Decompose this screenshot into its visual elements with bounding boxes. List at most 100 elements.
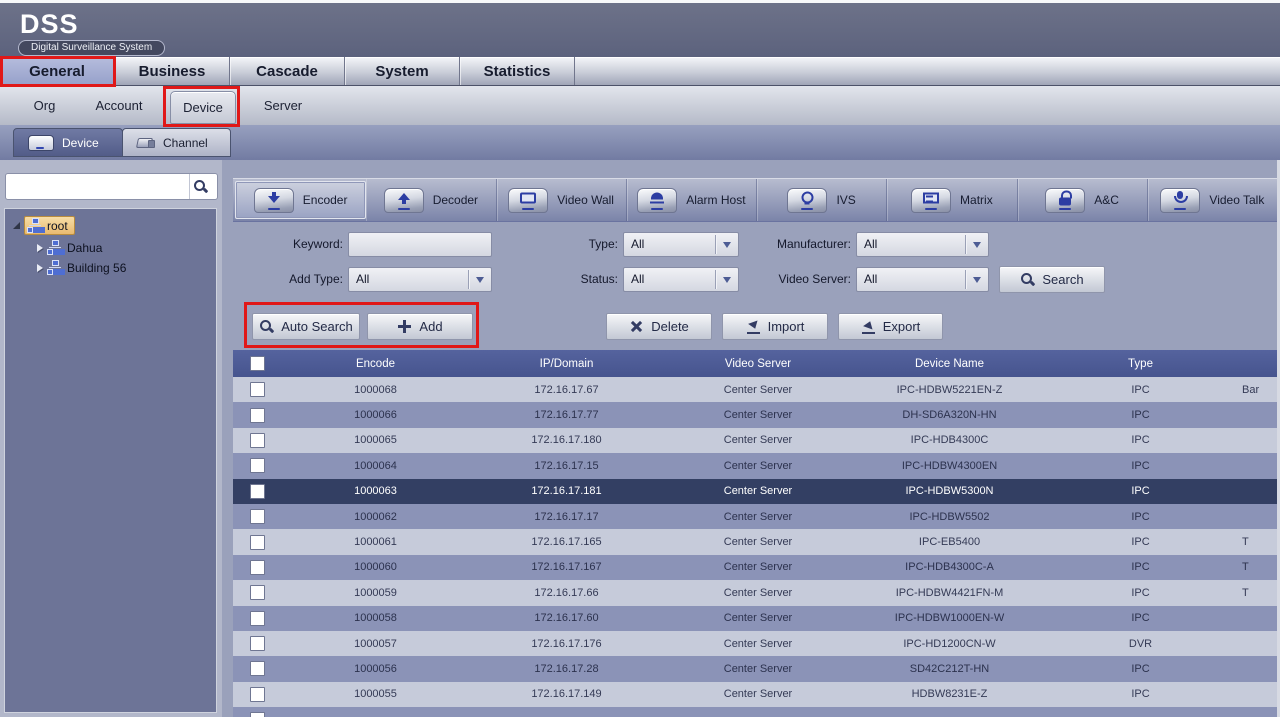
- main-tab-business[interactable]: Business: [115, 57, 230, 85]
- row-checkbox[interactable]: [250, 535, 265, 550]
- cell-type: IPC: [1045, 580, 1236, 605]
- device-tab-video-talk[interactable]: Video Talk: [1148, 179, 1277, 221]
- search-input[interactable]: [6, 174, 189, 199]
- table-row[interactable]: 1000059 172.16.17.66 Center Server IPC-H…: [233, 580, 1277, 605]
- row-checkbox[interactable]: [250, 408, 265, 423]
- view-tab-device[interactable]: Device: [13, 128, 123, 157]
- cell-type: IPC: [1045, 428, 1236, 453]
- row-checkbox[interactable]: [250, 484, 265, 499]
- manufacturer-label: Manufacturer:: [758, 232, 851, 257]
- table-row[interactable]: 1000063 172.16.17.181 Center Server IPC-…: [233, 479, 1277, 504]
- main-tab-system[interactable]: System: [345, 57, 460, 85]
- row-checkbox[interactable]: [250, 458, 265, 473]
- row-checkbox[interactable]: [250, 712, 265, 717]
- manufacturer-dropdown[interactable]: All: [856, 232, 989, 257]
- row-checkbox[interactable]: [250, 585, 265, 600]
- tree-root-chip: root: [24, 216, 75, 235]
- tree-node-building-56[interactable]: Building 56: [37, 260, 216, 275]
- export-button[interactable]: Export: [838, 313, 943, 340]
- cell-overflow: [1236, 682, 1277, 707]
- cell-video-server: Center Server: [662, 682, 854, 707]
- add-type-dropdown[interactable]: All: [348, 267, 492, 292]
- row-checkbox[interactable]: [250, 509, 265, 524]
- cell-type: IPC: [1045, 555, 1236, 580]
- main-tab-cascade[interactable]: Cascade: [230, 57, 345, 85]
- import-button[interactable]: Import: [722, 313, 828, 340]
- row-checkbox[interactable]: [250, 382, 265, 397]
- device-tab-ivs[interactable]: IVS: [757, 179, 887, 221]
- cell-type: [1045, 707, 1236, 717]
- status-dropdown[interactable]: All: [623, 267, 739, 292]
- main-tab-label: General: [29, 63, 85, 80]
- table-row[interactable]: 1000064 172.16.17.15 Center Server IPC-H…: [233, 453, 1277, 478]
- cell-overflow: [1236, 479, 1277, 504]
- sub-nav-item-account[interactable]: Account: [88, 86, 150, 125]
- view-tab-channel[interactable]: Channel: [122, 128, 231, 157]
- row-checkbox[interactable]: [250, 611, 265, 626]
- row-checkbox[interactable]: [250, 661, 265, 676]
- cell-overflow: [1236, 453, 1277, 478]
- search-icon: [193, 179, 208, 194]
- select-all-checkbox[interactable]: [250, 356, 265, 371]
- row-checkbox[interactable]: [250, 687, 265, 702]
- cell-device-name: IPC-HDBW1000EN-W: [854, 606, 1045, 631]
- video-server-dropdown[interactable]: All: [856, 267, 989, 292]
- add-button[interactable]: Add: [367, 313, 473, 340]
- auto-search-button[interactable]: Auto Search: [252, 313, 360, 340]
- tree-node-dahua[interactable]: Dahua: [37, 240, 216, 255]
- cell-overflow: T: [1236, 529, 1277, 554]
- device-tab-decoder[interactable]: Decoder: [366, 179, 496, 221]
- table-row[interactable]: 1000065 172.16.17.180 Center Server IPC-…: [233, 428, 1277, 453]
- search-go-button[interactable]: [189, 174, 217, 199]
- cell-overflow: [1236, 631, 1277, 656]
- cell-video-server: Center Server: [662, 453, 854, 478]
- row-checkbox[interactable]: [250, 560, 265, 575]
- table-body: 1000068 172.16.17.67 Center Server IPC-H…: [233, 377, 1277, 717]
- device-tab-a-c[interactable]: A&C: [1018, 179, 1148, 221]
- column-header-ip: IP/Domain: [471, 350, 662, 377]
- type-dropdown[interactable]: All: [623, 232, 739, 257]
- table-header: Encode IP/Domain Video Server Device Nam…: [233, 350, 1277, 377]
- chevron-expanded-icon[interactable]: [13, 222, 20, 229]
- main-tab-statistics[interactable]: Statistics: [460, 57, 575, 85]
- table-row[interactable]: 1000061 172.16.17.165 Center Server IPC-…: [233, 529, 1277, 554]
- row-checkbox[interactable]: [250, 433, 265, 448]
- table-row[interactable]: 1000066 172.16.17.77 Center Server DH-SD…: [233, 402, 1277, 427]
- cell-encode: 1000068: [280, 377, 471, 402]
- cell-ip: 172.16.17.149: [471, 682, 662, 707]
- main-tab-general[interactable]: General: [0, 57, 115, 85]
- cell-video-server: Center Server: [662, 580, 854, 605]
- tree-node-root[interactable]: root: [13, 216, 216, 235]
- device-tab-video-wall[interactable]: Video Wall: [497, 179, 627, 221]
- import-icon: [746, 319, 761, 334]
- table-row[interactable]: [233, 707, 1277, 717]
- table-row[interactable]: 1000056 172.16.17.28 Center Server SD42C…: [233, 656, 1277, 681]
- chevron-right-icon[interactable]: [37, 244, 43, 252]
- table-row[interactable]: 1000055 172.16.17.149 Center Server HDBW…: [233, 682, 1277, 707]
- search-button[interactable]: Search: [999, 266, 1105, 293]
- search-button-label: Search: [1042, 272, 1083, 287]
- app-header: DSS Digital Surveillance System: [0, 3, 1280, 57]
- add-type-label: Add Type:: [243, 267, 343, 292]
- action-button-label: Auto Search: [281, 319, 353, 334]
- device-tab-alarm-host[interactable]: Alarm Host: [627, 179, 757, 221]
- main-tab-label: Business: [139, 63, 206, 80]
- table-row[interactable]: 1000062 172.16.17.17 Center Server IPC-H…: [233, 504, 1277, 529]
- sub-nav-item-device[interactable]: Device: [170, 91, 236, 124]
- chevron-down-icon: [723, 242, 731, 248]
- chevron-right-icon[interactable]: [37, 264, 43, 272]
- device-tab-matrix[interactable]: Matrix: [887, 179, 1017, 221]
- delete-button[interactable]: Delete: [606, 313, 712, 340]
- row-checkbox[interactable]: [250, 636, 265, 651]
- cell-overflow: [1236, 402, 1277, 427]
- cell-overflow: [1236, 428, 1277, 453]
- table-row[interactable]: 1000068 172.16.17.67 Center Server IPC-H…: [233, 377, 1277, 402]
- device-tab-encoder[interactable]: Encoder: [235, 181, 366, 219]
- table-row[interactable]: 1000060 172.16.17.167 Center Server IPC-…: [233, 555, 1277, 580]
- sub-nav-item-server[interactable]: Server: [258, 86, 308, 125]
- cell-device-name: IPC-HDBW5300N: [854, 479, 1045, 504]
- sub-nav-item-org[interactable]: Org: [22, 86, 67, 125]
- keyword-input[interactable]: [348, 232, 492, 257]
- table-row[interactable]: 1000058 172.16.17.60 Center Server IPC-H…: [233, 606, 1277, 631]
- table-row[interactable]: 1000057 172.16.17.176 Center Server IPC-…: [233, 631, 1277, 656]
